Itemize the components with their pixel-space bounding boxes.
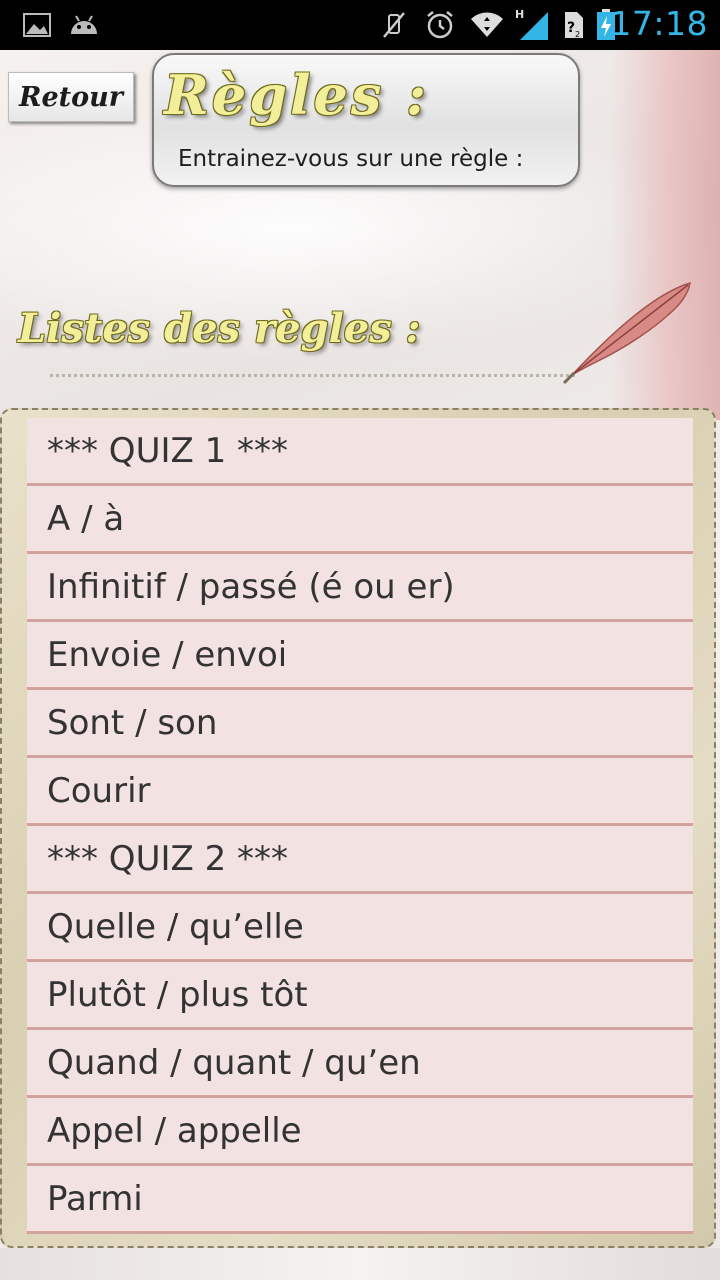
quill-icon (560, 275, 700, 385)
android-icon (68, 10, 100, 40)
list-item-quelle-quelle[interactable]: Quelle / qu’elle (27, 894, 693, 962)
rules-list[interactable]: *** QUIZ 1 *** A / à Infinitif / passé (… (27, 418, 693, 1236)
image-icon (22, 10, 52, 40)
list-item-envoie-envoi[interactable]: Envoie / envoi (27, 622, 693, 690)
page-title: Règles : (164, 63, 429, 127)
list-item-quiz-2[interactable]: *** QUIZ 2 *** (27, 826, 693, 894)
bottom-background (0, 1248, 720, 1280)
list-heading: Listes des règles : (18, 305, 421, 352)
status-time: 17:18 (610, 4, 708, 43)
list-item-infinitif-passe[interactable]: Infinitif / passé (é ou er) (27, 554, 693, 622)
wifi-icon (470, 10, 504, 40)
back-button[interactable]: Retour (8, 72, 134, 122)
list-item-parmi[interactable]: Parmi (27, 1166, 693, 1234)
list-item-sont-son[interactable]: Sont / son (27, 690, 693, 758)
status-bar: H ? 2 17:18 (0, 0, 720, 50)
list-item-courir[interactable]: Courir (27, 758, 693, 826)
list-item-plutot-plus-tot[interactable]: Plutôt / plus tôt (27, 962, 693, 1030)
svg-text:2: 2 (575, 30, 580, 39)
mute-icon (380, 10, 408, 40)
heading-divider (50, 374, 575, 377)
sim-2-icon: ? 2 (560, 10, 586, 40)
list-item-appel-appelle[interactable]: Appel / appelle (27, 1098, 693, 1166)
alarm-icon (424, 10, 456, 40)
signal-h-icon: H (514, 8, 550, 40)
svg-text:H: H (515, 8, 524, 21)
list-item-a-a[interactable]: A / à (27, 486, 693, 554)
list-item-quiz-1[interactable]: *** QUIZ 1 *** (27, 418, 693, 486)
rules-header-panel: Règles : Entrainez-vous sur une règle : (152, 53, 580, 187)
list-item-quand-quant-quen[interactable]: Quand / quant / qu’en (27, 1030, 693, 1098)
svg-text:?: ? (567, 20, 575, 36)
page-subtitle: Entrainez-vous sur une règle : (178, 146, 524, 172)
